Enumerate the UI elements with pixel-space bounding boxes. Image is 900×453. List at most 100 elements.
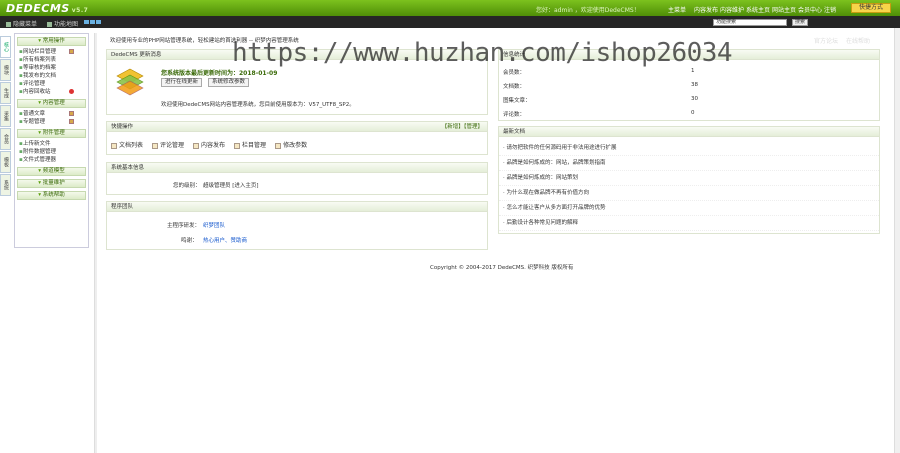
basic-info-title: 系统基本信息 <box>107 163 487 173</box>
list-item[interactable]: · 怎么才能让客户从多方面打开品牌的优势 <box>499 201 879 216</box>
sidebar-item-attachment-data[interactable]: 附件数据管理 <box>15 148 88 156</box>
online-update-button[interactable]: 进行在线更新 <box>161 78 203 87</box>
list-item[interactable]: · 请勿把软件的任何源码用于非法用途进行扩展 <box>499 141 879 156</box>
level-value: 超级管理员 [进入主页] <box>203 183 259 189</box>
sidebar-section-attachments[interactable]: 附件管理 <box>17 129 86 138</box>
nav-system-home[interactable]: 系统主页 <box>746 5 772 14</box>
search-button[interactable]: 搜索 <box>792 19 808 26</box>
tab-member[interactable]: 会员 <box>0 128 11 150</box>
folder-icon <box>234 142 241 149</box>
map-icon <box>47 22 53 27</box>
stat-value: 38 <box>691 82 698 88</box>
add-icon[interactable] <box>69 111 74 116</box>
layers-icon <box>116 68 144 96</box>
vertical-tabs: 核心 模块 生成 采集 会员 模板 系统 <box>0 36 12 197</box>
hide-menu-icon <box>6 22 11 27</box>
dev-team-panel: 程序团队 主程序研发： 织梦团队 鸣谢： 热心用户、赞助商 <box>106 201 488 250</box>
app-version: v5.7 <box>71 7 89 14</box>
doc-icon <box>111 142 117 149</box>
footer-copyright: Copyright © 2004-2017 DedeCMS. 织梦科技 版权所有 <box>430 265 574 271</box>
nav-publish[interactable]: 内容发布 <box>694 5 720 14</box>
system-params-button[interactable]: 系统修改参数 <box>207 78 249 87</box>
level-label: 您的级别： <box>173 183 201 189</box>
sidebar-section-batch[interactable]: 批量维护 <box>17 179 86 188</box>
sidebar-item-comments[interactable]: 评论管理 <box>15 80 88 88</box>
latest-docs-panel: 最新文档 · 请勿把软件的任何源码用于非法用途进行扩展 · 品牌是如何炼成的：网… <box>498 126 880 234</box>
sidebar-item-column-manage[interactable]: 网站栏目管理 <box>15 48 88 56</box>
tab-generate[interactable]: 生成 <box>0 82 11 104</box>
hide-menu-button[interactable]: 隐藏菜单 <box>6 19 37 28</box>
nav-maintain[interactable]: 内容维护 <box>720 5 746 14</box>
nav-site-home[interactable]: 网站主页 <box>772 5 798 14</box>
thanks-value-link[interactable]: 热心用户、赞助商 <box>203 236 247 244</box>
quick-shortcut-button[interactable]: 快捷方式 <box>851 3 891 13</box>
settings-icon <box>275 142 282 149</box>
top-nav: 主菜单 内容发布 内容维护 系统主页 网站主页 会员中心 注销 <box>668 5 850 14</box>
delete-icon[interactable] <box>69 89 74 94</box>
scrollbar[interactable] <box>894 28 900 453</box>
dev-team-title: 程序团队 <box>107 202 487 212</box>
dev-value-link[interactable]: 织梦团队 <box>203 221 225 229</box>
update-headline: 您系统版本最后更新时间为：2018-01-09 <box>161 70 278 77</box>
list-item[interactable]: · 后勤设计各种常见问题的解释 <box>499 216 879 231</box>
tab-collect[interactable]: 采集 <box>0 105 11 127</box>
sidebar-splitter[interactable] <box>94 33 97 453</box>
stat-value: 0 <box>691 110 695 116</box>
quick-item-columns[interactable]: 栏目管理 <box>234 140 266 149</box>
official-forum-link[interactable]: 官方论坛 <box>814 36 838 45</box>
tab-module[interactable]: 模块 <box>0 59 11 81</box>
nav-logout[interactable]: 注销 <box>824 5 850 14</box>
update-panel-title: DedeCMS 更新消息 <box>107 50 487 60</box>
stats-title: 信息统计 <box>499 50 879 60</box>
sidebar-item-file-manager[interactable]: 文件式管理器 <box>15 156 88 164</box>
publish-icon <box>193 142 200 149</box>
quick-panel: 快捷操作 【新增】【管理】 文档列表 评论管理 内容发布 栏目管理 修改参数 <box>106 121 488 155</box>
stat-label: 图集文章： <box>503 98 531 104</box>
sidebar-item-articles[interactable]: 普通文章 <box>15 110 88 118</box>
list-item[interactable]: · 品牌是如何炼成的：网站，品牌策划指南 <box>499 156 879 171</box>
tab-system[interactable]: 系统 <box>0 174 11 196</box>
add-icon[interactable] <box>69 119 74 124</box>
stat-label: 文档数： <box>503 84 526 90</box>
quick-item-comments[interactable]: 评论管理 <box>152 140 184 149</box>
sidebar-section-channel-model[interactable]: 频道模型 <box>17 167 86 176</box>
sidebar-item-topics[interactable]: 专题管理 <box>15 118 88 126</box>
app-logo[interactable]: DEDECMS v5.7 <box>6 2 88 15</box>
quick-item-publish[interactable]: 内容发布 <box>193 140 225 149</box>
quick-actions-links[interactable]: 【新增】【管理】 <box>442 122 483 132</box>
sidebar-item-pending-docs[interactable]: 等审核的档案 <box>15 64 88 72</box>
quick-panel-title: 快捷操作 【新增】【管理】 <box>107 122 487 132</box>
top-bar: DEDECMS v5.7 您好：admin ，欢迎使用DedeCMS！ 主菜单 内… <box>0 0 900 16</box>
stat-label: 会员数： <box>503 70 526 76</box>
sidebar-section-help[interactable]: 系统帮助 <box>17 191 86 200</box>
sidebar-item-all-docs[interactable]: 所有档案列表 <box>15 56 88 64</box>
function-search-input[interactable]: 功能搜索 <box>713 19 787 26</box>
online-help-link[interactable]: 在线帮助 <box>846 36 870 45</box>
sidebar-item-my-docs[interactable]: 我发布的文档 <box>15 72 88 80</box>
add-icon[interactable] <box>69 49 74 54</box>
sidebar-item-recycle[interactable]: 内容回收站 <box>15 88 88 96</box>
quick-item-params[interactable]: 修改参数 <box>275 140 307 149</box>
tab-template[interactable]: 模板 <box>0 151 11 173</box>
sidebar-section-content[interactable]: 内容管理 <box>17 99 86 108</box>
dev-label: 主程序研发： <box>167 223 201 229</box>
stat-value: 1 <box>691 68 695 74</box>
welcome-text: 您好：admin ，欢迎使用DedeCMS！ <box>536 7 640 14</box>
sidebar-item-upload[interactable]: 上传新文件 <box>15 140 88 148</box>
nav-member-center[interactable]: 会员中心 <box>798 5 824 14</box>
list-item[interactable]: · 品牌是如何炼成的：网站策划 <box>499 171 879 186</box>
stat-value: 30 <box>691 96 698 102</box>
latest-docs-title: 最新文档 <box>499 127 879 137</box>
stat-label: 评论数： <box>503 112 526 118</box>
tab-core[interactable]: 核心 <box>0 36 11 58</box>
nav-main-menu[interactable]: 主菜单 <box>668 5 694 14</box>
comment-icon <box>152 142 159 149</box>
stats-panel: 信息统计 会员数： 1 文档数： 38 图集文章： 30 评论数： 0 <box>498 49 880 121</box>
quick-item-doc-list[interactable]: 文档列表 <box>111 140 143 149</box>
basic-info-panel: 系统基本信息 您的级别： 超级管理员 [进入主页] <box>106 162 488 195</box>
list-item[interactable]: · 为什么现在做品牌不再有价值方向 <box>499 186 879 201</box>
sidebar-section-common[interactable]: 常用操作 <box>17 37 86 46</box>
skin-switcher[interactable] <box>84 20 101 24</box>
function-map-button[interactable]: 功能地图 <box>47 19 78 28</box>
update-description: 欢迎使用DedeCMS网站内容管理系统，您目前使用版本为：V57_UTF8_SP… <box>161 102 355 108</box>
